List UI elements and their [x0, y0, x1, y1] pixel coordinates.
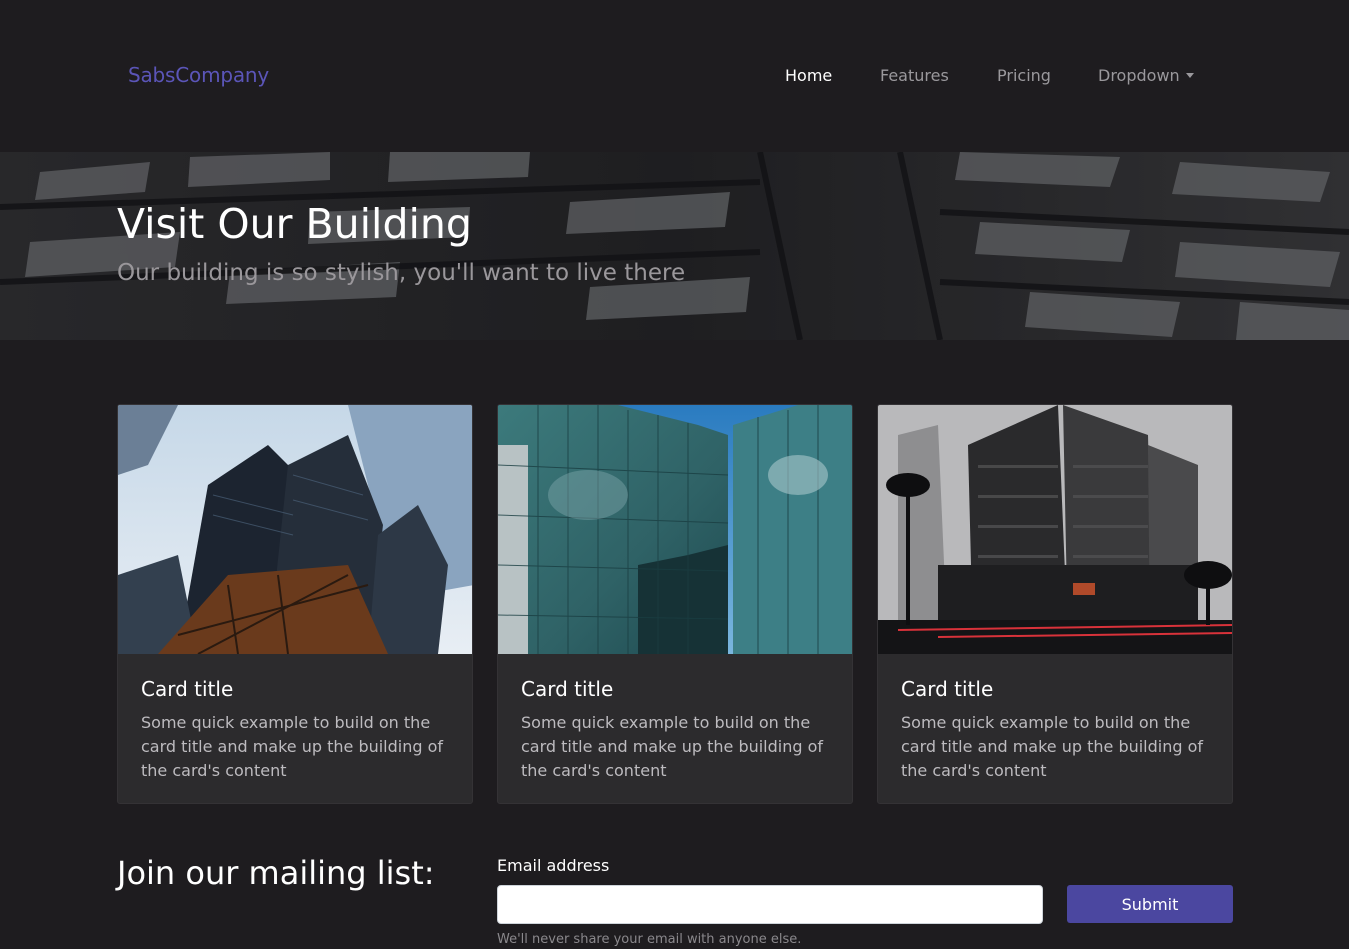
card-title: Card title: [141, 677, 234, 701]
hero-title: Visit Our Building: [117, 200, 472, 248]
curved-glass-facade-photo: [498, 405, 852, 654]
nav-link-pricing[interactable]: Pricing: [997, 66, 1051, 85]
card: Card title Some quick example to build o…: [497, 404, 853, 804]
submit-button[interactable]: Submit: [1067, 885, 1233, 923]
nav-dropdown-toggle[interactable]: Dropdown: [1098, 66, 1194, 85]
mailing-list-heading: Join our mailing list:: [117, 854, 435, 892]
card-image: [498, 405, 852, 654]
card-body: Card title Some quick example to build o…: [901, 677, 1221, 783]
nav-link-home[interactable]: Home: [785, 66, 832, 85]
card-body: Card title Some quick example to build o…: [521, 677, 841, 783]
skyscrapers-looking-up-photo: [118, 405, 472, 654]
hero-subtitle: Our building is so stylish, you'll want …: [117, 260, 686, 286]
card: Card title Some quick example to build o…: [877, 404, 1233, 804]
nav-link-features[interactable]: Features: [880, 66, 949, 85]
card: Card title Some quick example to build o…: [117, 404, 473, 804]
card-image: [118, 405, 472, 654]
dark-towers-street-photo: [878, 405, 1232, 654]
hero-banner: Visit Our Building Our building is so st…: [0, 152, 1349, 340]
email-label: Email address: [497, 856, 610, 875]
card-text: Some quick example to build on the card …: [141, 713, 444, 780]
card-title: Card title: [521, 677, 614, 701]
card-image: [878, 405, 1232, 654]
navbar: SabsCompany Home Features Pricing Dropdo…: [0, 0, 1349, 152]
card-title: Card title: [901, 677, 994, 701]
nav-dropdown-label: Dropdown: [1098, 66, 1180, 85]
card-text: Some quick example to build on the card …: [901, 713, 1204, 780]
card-body: Card title Some quick example to build o…: [141, 677, 461, 783]
email-help-text: We'll never share your email with anyone…: [497, 932, 802, 947]
email-input[interactable]: [497, 885, 1043, 924]
caret-down-icon: [1185, 73, 1194, 78]
brand-logo-link[interactable]: SabsCompany: [128, 63, 269, 87]
card-text: Some quick example to build on the card …: [521, 713, 824, 780]
